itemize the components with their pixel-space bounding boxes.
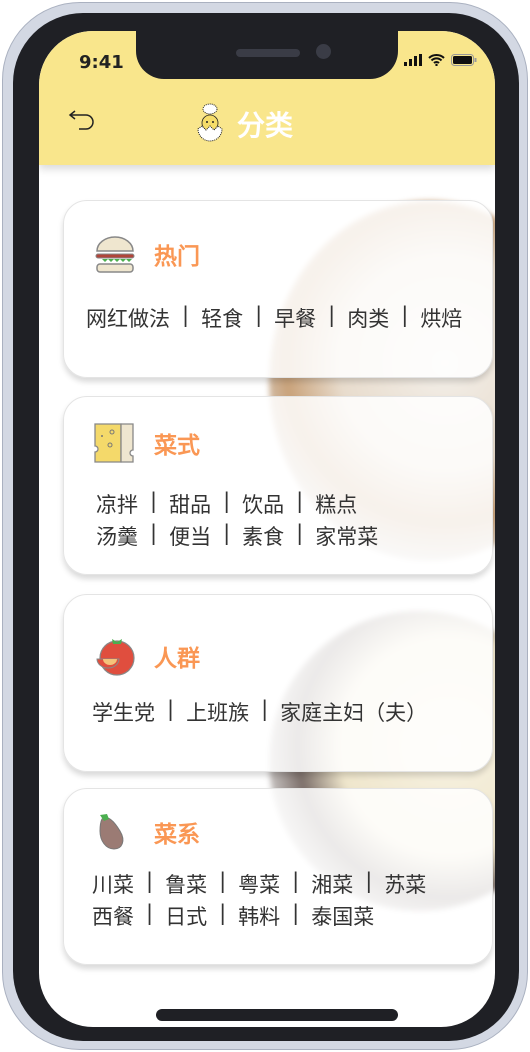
tag[interactable]: 烘焙 — [420, 303, 462, 333]
page-title: 分类 — [191, 101, 293, 147]
tag-line: 汤羹 | 便当 | 素食 | 家常菜 — [96, 521, 379, 551]
tag[interactable]: 日式 — [165, 901, 207, 931]
eggplant-icon — [99, 814, 124, 850]
signal-icon — [404, 54, 422, 66]
category-card-audience[interactable]: 人群 学生党 | 上班族 | 家庭主妇（夫） — [63, 594, 493, 772]
screen: 9:41 分类 热门 网红做法 | 轻食 | 早餐 | 肉类 | 烘焙 菜式 凉… — [39, 31, 495, 1027]
tag[interactable]: 泰国菜 — [311, 901, 374, 931]
card-title: 菜式 — [154, 433, 200, 459]
tag-line: 凉拌 | 甜品 | 饮品 | 糕点 — [96, 489, 358, 519]
tag[interactable]: 苏菜 — [384, 869, 426, 899]
tag[interactable]: 饮品 — [242, 489, 284, 519]
back-icon[interactable] — [67, 103, 99, 135]
tag[interactable]: 家常菜 — [315, 521, 378, 551]
cheese-icon — [94, 423, 134, 463]
card-title: 热门 — [154, 244, 200, 270]
tag-line: 西餐 | 日式 | 韩料 | 泰国菜 — [92, 901, 375, 931]
tag[interactable]: 家庭主妇（夫） — [280, 697, 427, 727]
tag[interactable]: 凉拌 — [96, 489, 138, 519]
header-bar: 9:41 分类 — [39, 31, 495, 165]
status-icons — [404, 54, 477, 66]
tag[interactable]: 川菜 — [92, 869, 134, 899]
chick-chef-logo-icon — [197, 103, 223, 142]
card-title: 菜系 — [154, 822, 200, 848]
wifi-icon — [428, 54, 445, 66]
category-card-dish-style[interactable]: 菜式 凉拌 | 甜品 | 饮品 | 糕点 汤羹 | 便当 | 素食 | 家常菜 — [63, 396, 493, 575]
tag-line: 学生党 | 上班族 | 家庭主妇（夫） — [92, 697, 428, 727]
tag[interactable]: 韩料 — [238, 901, 280, 931]
tag[interactable]: 学生党 — [92, 697, 155, 727]
tag-line: 川菜 | 鲁菜 | 粤菜 | 湘菜 | 苏菜 — [92, 869, 427, 899]
tag[interactable]: 素食 — [242, 521, 284, 551]
tag[interactable]: 上班族 — [186, 697, 249, 727]
page-title-text: 分类 — [237, 109, 294, 142]
tag[interactable]: 糕点 — [315, 489, 357, 519]
tag[interactable]: 西餐 — [92, 901, 134, 931]
tag[interactable]: 早餐 — [274, 303, 316, 333]
tag[interactable]: 湘菜 — [311, 869, 353, 899]
tag[interactable]: 轻食 — [201, 303, 243, 333]
status-time: 9:41 — [79, 52, 124, 73]
tag[interactable]: 甜品 — [169, 489, 211, 519]
battery-icon — [451, 54, 477, 66]
phone-bezel: 9:41 分类 热门 网红做法 | 轻食 | 早餐 | 肉类 | 烘焙 菜式 凉… — [13, 13, 519, 1041]
tag[interactable]: 网红做法 — [86, 303, 170, 333]
phone-frame: 9:41 分类 热门 网红做法 | 轻食 | 早餐 | 肉类 | 烘焙 菜式 凉… — [2, 2, 528, 1050]
category-card-hot[interactable]: 热门 网红做法 | 轻食 | 早餐 | 肉类 | 烘焙 — [63, 200, 493, 378]
card-title: 人群 — [154, 646, 200, 672]
tag[interactable]: 鲁菜 — [165, 869, 207, 899]
tomato-icon — [96, 639, 135, 676]
tag[interactable]: 汤羹 — [96, 521, 138, 551]
burger-icon — [95, 236, 135, 273]
category-card-cuisine[interactable]: 菜系 川菜 | 鲁菜 | 粤菜 | 湘菜 | 苏菜 西餐 | 日式 | 韩料 | 泰国菜 — [63, 788, 493, 965]
tag[interactable]: 便当 — [169, 521, 211, 551]
tag[interactable]: 肉类 — [347, 303, 389, 333]
tag[interactable]: 粤菜 — [238, 869, 280, 899]
home-indicator[interactable] — [156, 1009, 398, 1021]
tag-line: 网红做法 | 轻食 | 早餐 | 肉类 | 烘焙 — [86, 303, 463, 333]
notch — [136, 31, 398, 79]
